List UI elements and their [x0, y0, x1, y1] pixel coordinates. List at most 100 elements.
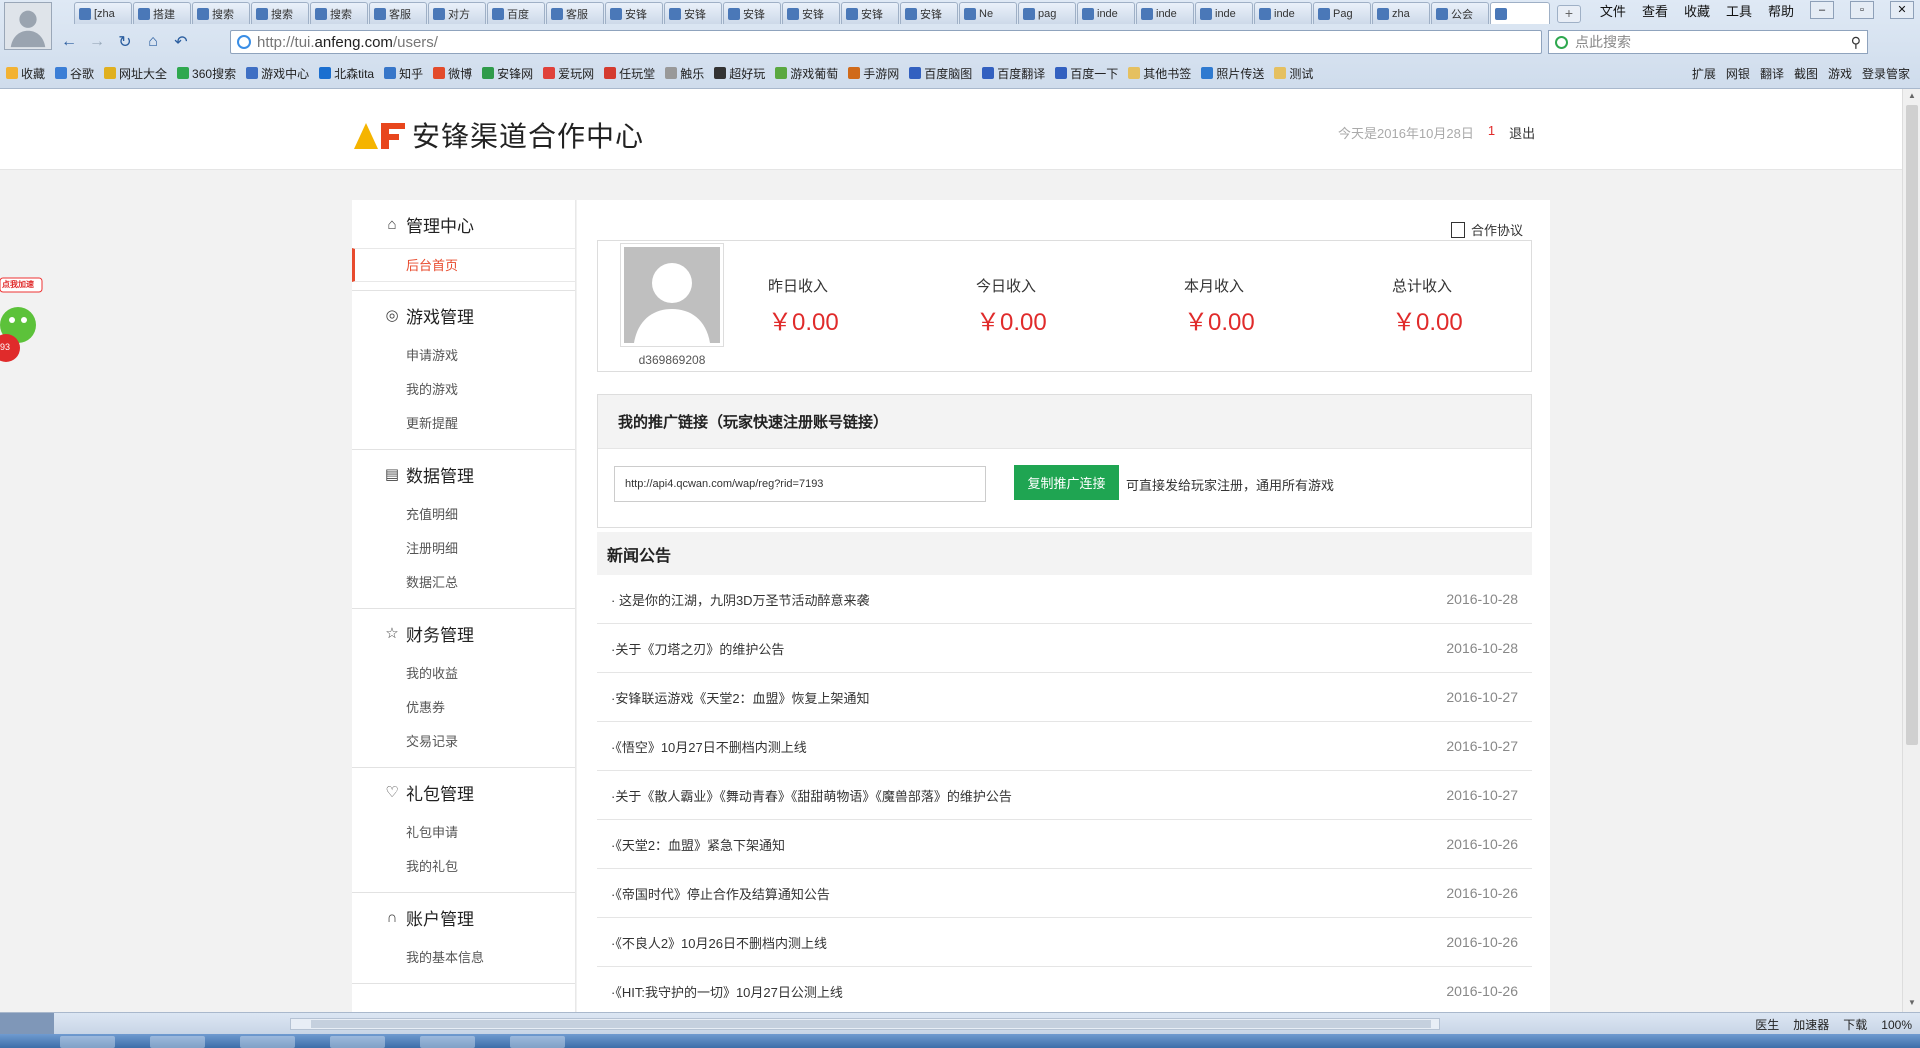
browser-tab[interactable]: [zha — [74, 2, 132, 24]
sidebar-section-title[interactable]: ⌂ 管理中心 — [352, 200, 575, 248]
bookmark-item[interactable]: 知乎 — [384, 65, 423, 82]
search-icon[interactable]: ⚲ — [1851, 34, 1861, 51]
browser-tab[interactable]: 搜索 — [192, 2, 250, 24]
taskbar-button[interactable] — [420, 1036, 475, 1048]
news-row[interactable]: ·关于《刀塔之刃》的维护公告 2016-10-28 — [597, 624, 1532, 673]
menu-favorites[interactable]: 收藏 — [1684, 1, 1710, 20]
news-title-link[interactable]: ·安锋联运游戏《天堂2：血盟》恢复上架通知 — [611, 688, 870, 707]
address-bar[interactable]: http://tui. anfeng.com/users/ — [230, 30, 1542, 54]
bookmark-item[interactable]: 其他书签 — [1128, 65, 1191, 82]
bookmark-item[interactable]: 测试 — [1274, 65, 1313, 82]
back-arrow-icon[interactable]: ← — [58, 31, 80, 53]
promo-link-field[interactable]: http://api4.qcwan.com/wap/reg?rid=7193 — [614, 466, 986, 502]
sidebar-item[interactable]: 我的基本信息 — [352, 941, 575, 975]
horizontal-scrollbar[interactable] — [290, 1018, 1440, 1030]
sidebar-item[interactable]: 更新提醒 — [352, 407, 575, 441]
browser-tab[interactable]: 安锋 — [723, 2, 781, 24]
bookmark-item[interactable]: 爱玩网 — [543, 65, 594, 82]
status-accelerator[interactable]: 加速器 — [1793, 1016, 1829, 1033]
copy-link-button[interactable]: 复制推广连接 — [1014, 465, 1119, 500]
bookmark-item[interactable]: 百度脑图 — [909, 65, 972, 82]
browser-tab[interactable]: Ne — [959, 2, 1017, 24]
toolbar-extension-item[interactable]: 截图 — [1794, 65, 1818, 82]
news-row[interactable]: · 这是你的江湖，九阴3D万圣节活动醉意来袭 2016-10-28 — [597, 575, 1532, 624]
bookmark-item[interactable]: 网址大全 — [104, 65, 167, 82]
news-title-link[interactable]: ·关于《刀塔之刃》的维护公告 — [611, 639, 784, 658]
bookmark-item[interactable]: 触乐 — [665, 65, 704, 82]
scroll-up-icon[interactable]: ▲ — [1906, 91, 1918, 103]
toolbar-extension-item[interactable]: 游戏 — [1828, 65, 1852, 82]
browser-tab[interactable]: inde — [1195, 2, 1253, 24]
browser-tab[interactable]: 安锋 — [782, 2, 840, 24]
toolbar-extension-item[interactable]: 登录管家 — [1862, 65, 1910, 82]
bookmark-item[interactable]: 微博 — [433, 65, 472, 82]
browser-tab[interactable]: inde — [1077, 2, 1135, 24]
taskbar-button[interactable] — [510, 1036, 565, 1048]
news-title-link[interactable]: ·关于《散人霸业》《舞动青春》《甜甜萌物语》《魔兽部落》的维护公告 — [611, 786, 1012, 805]
undo-icon[interactable]: ↶ — [170, 31, 192, 53]
news-row[interactable]: ·安锋联运游戏《天堂2：血盟》恢复上架通知 2016-10-27 — [597, 673, 1532, 722]
toolbar-extension-item[interactable]: 扩展 — [1692, 65, 1716, 82]
scroll-thumb[interactable] — [1906, 105, 1918, 745]
new-tab-button[interactable]: + — [1557, 5, 1581, 23]
news-row[interactable]: ·《不良人2》10月26日不删档内测上线 2016-10-26 — [597, 918, 1532, 967]
browser-tab[interactable]: 搭建 — [133, 2, 191, 24]
home-nav-icon[interactable]: ⌂ — [142, 31, 164, 53]
minimize-button[interactable]: – — [1810, 1, 1834, 19]
toolbar-extension-item[interactable]: 翻译 — [1760, 65, 1784, 82]
bookmark-item[interactable]: 游戏中心 — [246, 65, 309, 82]
bookmark-item[interactable]: 收藏 — [6, 65, 45, 82]
sidebar-item[interactable]: 注册明细 — [352, 532, 575, 566]
logout-link[interactable]: 退出 — [1509, 123, 1535, 142]
sidebar-item[interactable]: 充值明细 — [352, 498, 575, 532]
sidebar-section-title[interactable]: ▤ 数据管理 — [352, 450, 575, 498]
taskbar-button[interactable] — [330, 1036, 385, 1048]
menu-file[interactable]: 文件 — [1600, 1, 1626, 20]
browser-tab[interactable]: 安锋 — [664, 2, 722, 24]
news-title-link[interactable]: ·《天堂2：血盟》紧急下架通知 — [611, 835, 785, 854]
news-title-link[interactable]: ·《帝国时代》停止合作及结算通知公告 — [611, 884, 830, 903]
sidebar-section-title[interactable]: ◎ 游戏管理 — [352, 291, 575, 339]
browser-tab[interactable]: 对方 — [428, 2, 486, 24]
sidebar-item[interactable]: 优惠券 — [352, 691, 575, 725]
menu-tools[interactable]: 工具 — [1726, 1, 1752, 20]
bookmark-item[interactable]: 任玩堂 — [604, 65, 655, 82]
taskbar-button[interactable] — [150, 1036, 205, 1048]
sidebar-item[interactable]: 我的游戏 — [352, 373, 575, 407]
browser-tab[interactable]: Pag — [1313, 2, 1371, 24]
contract-link[interactable]: 合作协议 — [1451, 220, 1523, 239]
browser-tab[interactable]: 搜索 — [251, 2, 309, 24]
news-title-link[interactable]: ·《HIT:我守护的一切》10月27日公测上线 — [611, 982, 843, 1001]
close-window-button[interactable]: ✕ — [1890, 1, 1914, 19]
status-doctor[interactable]: 医生 — [1755, 1016, 1779, 1033]
browser-search-input[interactable]: 点此搜索 ⚲ — [1548, 30, 1868, 54]
sidebar-item[interactable]: 我的收益 — [352, 657, 575, 691]
accelerator-widget[interactable]: 点我加速 93 — [0, 270, 48, 380]
user-avatar[interactable] — [4, 2, 52, 50]
browser-tab[interactable]: 安锋 — [605, 2, 663, 24]
sidebar-item[interactable]: 数据汇总 — [352, 566, 575, 600]
browser-tab[interactable]: 客服 — [546, 2, 604, 24]
status-download[interactable]: 下载 — [1843, 1016, 1867, 1033]
menu-view[interactable]: 查看 — [1642, 1, 1668, 20]
browser-tab[interactable]: pag — [1018, 2, 1076, 24]
browser-tab[interactable]: 百度 — [487, 2, 545, 24]
bookmark-item[interactable]: 百度翻译 — [982, 65, 1045, 82]
news-title-link[interactable]: ·《不良人2》10月26日不删档内测上线 — [611, 933, 827, 952]
bookmark-item[interactable]: 谷歌 — [55, 65, 94, 82]
news-title-link[interactable]: ·《悟空》10月27日不删档内测上线 — [611, 737, 807, 756]
browser-tab[interactable] — [1490, 2, 1550, 24]
bookmark-item[interactable]: 游戏葡萄 — [775, 65, 838, 82]
refresh-icon[interactable]: ↻ — [114, 31, 136, 53]
browser-tab[interactable]: inde — [1136, 2, 1194, 24]
message-count[interactable]: 1 — [1488, 123, 1495, 142]
news-row[interactable]: ·《天堂2：血盟》紧急下架通知 2016-10-26 — [597, 820, 1532, 869]
news-row[interactable]: ·《HIT:我守护的一切》10月27日公测上线 2016-10-26 — [597, 967, 1532, 1012]
browser-tab[interactable]: inde — [1254, 2, 1312, 24]
sidebar-item[interactable]: 申请游戏 — [352, 339, 575, 373]
menu-help[interactable]: 帮助 — [1768, 1, 1794, 20]
vertical-scrollbar[interactable]: ▲ ▼ — [1902, 89, 1920, 1012]
news-title-link[interactable]: · 这是你的江湖，九阴3D万圣节活动醉意来袭 — [611, 590, 870, 609]
bookmark-item[interactable]: 超好玩 — [714, 65, 765, 82]
sidebar-section-title[interactable]: ☆ 财务管理 — [352, 609, 575, 657]
